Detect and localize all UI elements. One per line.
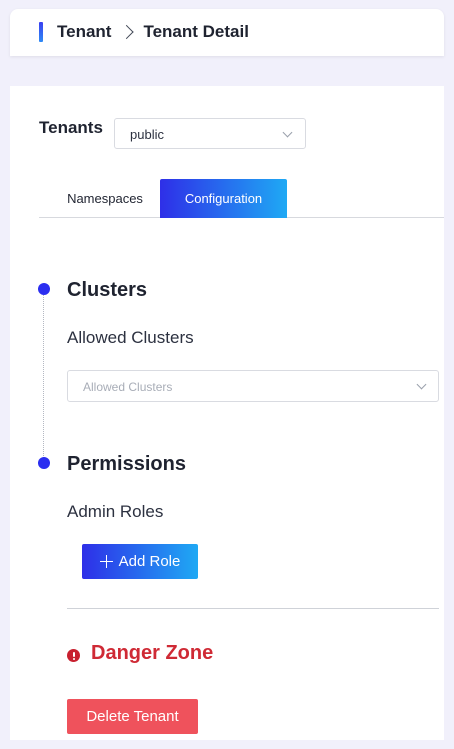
breadcrumb-root[interactable]: Tenant bbox=[57, 22, 111, 42]
exclamation-circle-icon bbox=[67, 649, 80, 662]
tenant-select-value: public bbox=[130, 127, 164, 142]
allowed-clusters-placeholder: Allowed Clusters bbox=[83, 380, 173, 394]
section-divider bbox=[67, 608, 439, 609]
breadcrumb: Tenant Tenant Detail bbox=[57, 22, 249, 42]
timeline-connector bbox=[43, 289, 44, 464]
tenant-select[interactable]: public bbox=[114, 118, 306, 149]
tenant-selector-row: Tenants bbox=[39, 118, 103, 138]
admin-roles-label: Admin Roles bbox=[67, 502, 164, 521]
allowed-clusters-select[interactable]: Allowed Clusters bbox=[67, 370, 439, 402]
chevron-right-icon bbox=[119, 24, 135, 40]
header-accent-bar bbox=[39, 22, 43, 42]
tab-namespaces[interactable]: Namespaces bbox=[49, 179, 161, 218]
add-role-label: Add Role bbox=[118, 553, 181, 570]
chevron-down-icon bbox=[416, 379, 427, 390]
breadcrumb-current: Tenant Detail bbox=[143, 22, 249, 41]
danger-zone-title: Danger Zone bbox=[91, 642, 214, 664]
delete-tenant-button[interactable]: Delete Tenant bbox=[67, 699, 198, 734]
clusters-section-title: Clusters bbox=[67, 279, 148, 301]
allowed-clusters-label: Allowed Clusters bbox=[67, 328, 194, 347]
timeline-dot-clusters bbox=[38, 283, 50, 295]
tab-bar: Namespaces Configuration bbox=[39, 179, 444, 218]
plus-icon bbox=[99, 555, 113, 568]
tenant-label: Tenants bbox=[39, 118, 103, 137]
page-header: Tenant Tenant Detail bbox=[10, 9, 444, 56]
permissions-section-title: Permissions bbox=[67, 453, 186, 475]
chevron-down-icon bbox=[282, 127, 293, 138]
timeline-dot-permissions bbox=[38, 457, 50, 469]
add-role-button[interactable]: Add Role bbox=[82, 544, 198, 579]
tab-configuration[interactable]: Configuration bbox=[160, 179, 287, 218]
tenant-detail-card: Tenants public Namespaces Configuration … bbox=[10, 86, 444, 740]
